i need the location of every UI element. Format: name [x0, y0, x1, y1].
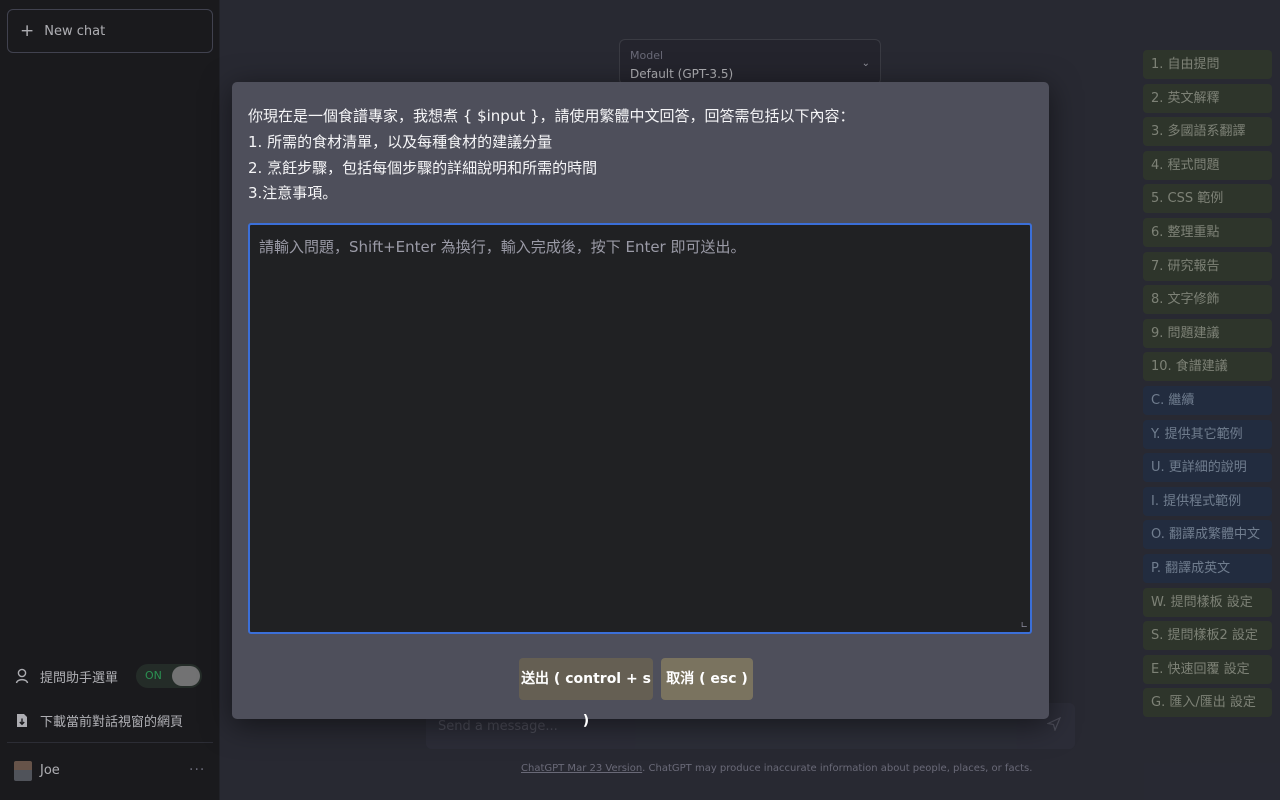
submit-button[interactable]: 送出 ( control + s ) — [519, 658, 653, 729]
cancel-button[interactable]: 取消 ( esc ) — [661, 658, 753, 700]
prompt-dialog: 你現在是一個食譜專家，我想煮 { $input }，請使用繁體中文回答，回答需包… — [232, 82, 1049, 729]
prompt-template-line-2: 1. 所需的食材清單，以及每種食材的建議分量 — [248, 133, 553, 151]
prompt-template-line-4: 3.注意事項。 — [248, 184, 338, 202]
question-textarea[interactable]: 請輸入問題，Shift+Enter 為換行，輸入完成後，按下 Enter 即可送… — [248, 223, 1032, 634]
prompt-template-line-3: 2. 烹飪步驟，包括每個步驟的詳細說明和所需的時間 — [248, 159, 598, 177]
resize-handle-icon[interactable]: ∟ — [1020, 621, 1028, 631]
prompt-template-line-1: 你現在是一個食譜專家，我想煮 { $input }，請使用繁體中文回答，回答需包… — [248, 107, 855, 125]
question-placeholder: 請輸入問題，Shift+Enter 為換行，輸入完成後，按下 Enter 即可送… — [259, 238, 746, 256]
